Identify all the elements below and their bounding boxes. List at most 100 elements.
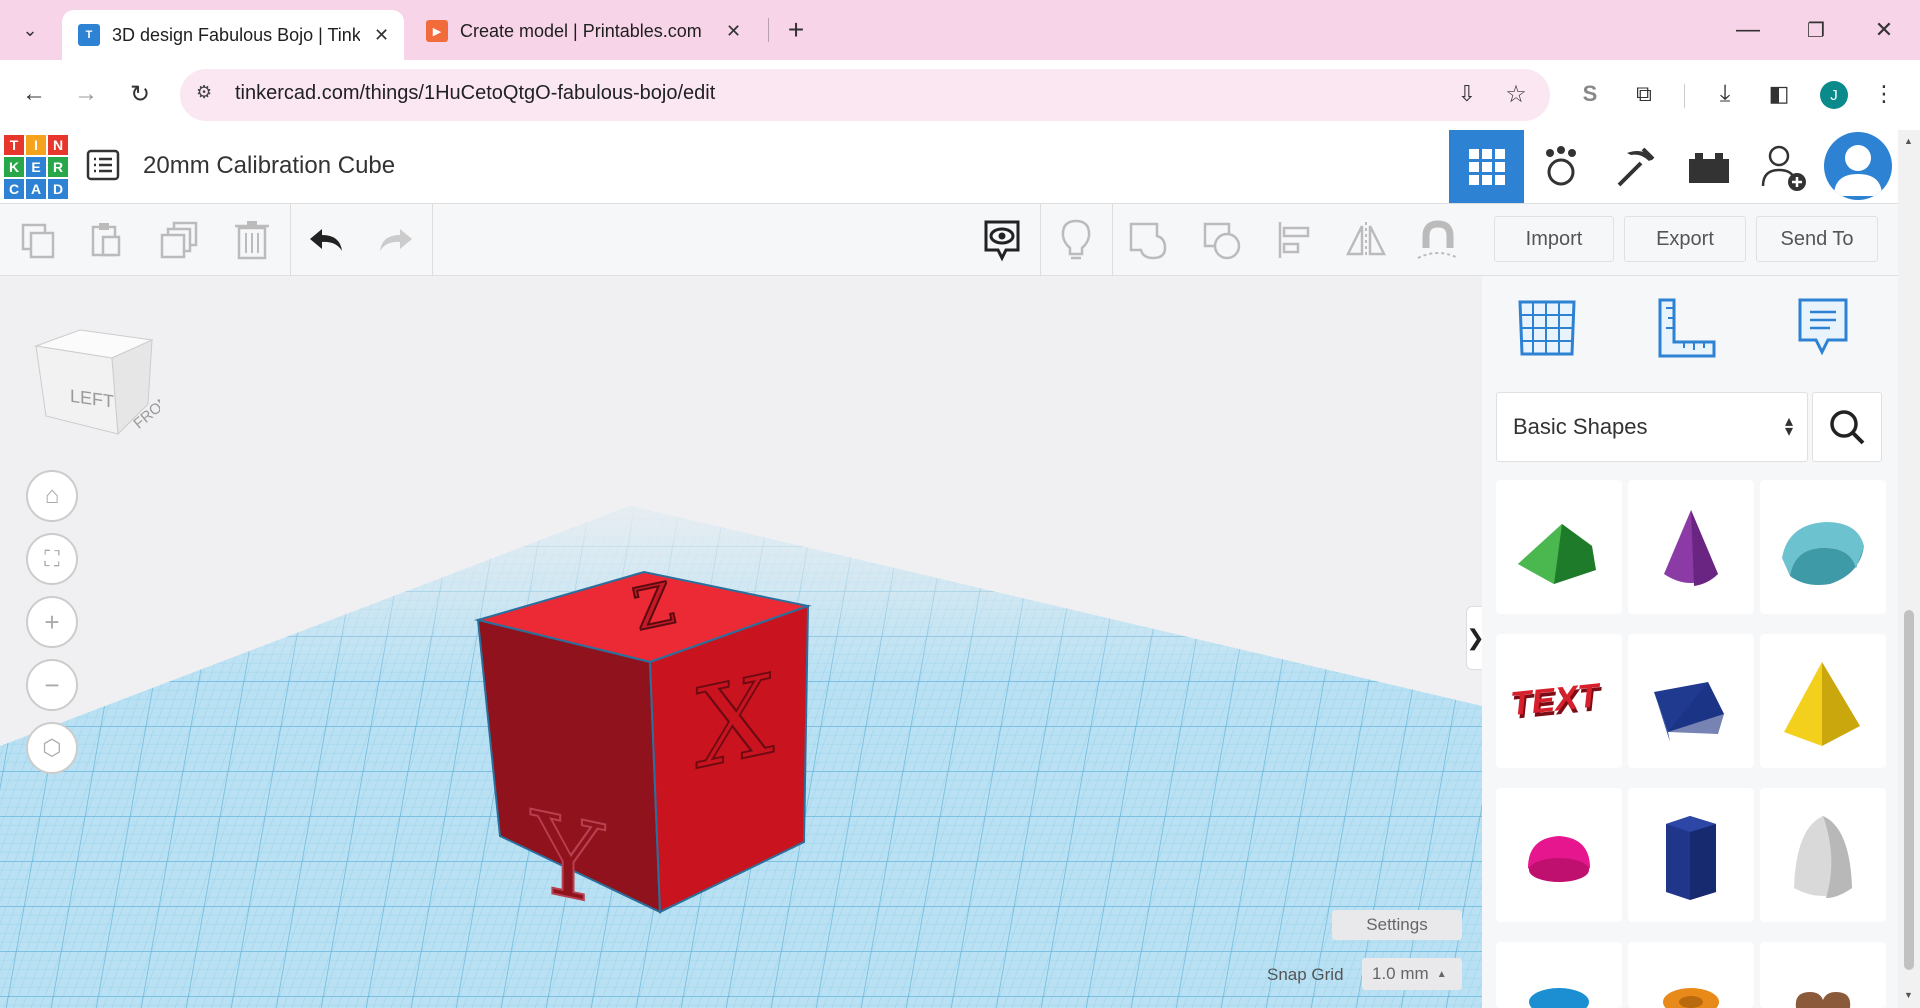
shape-wedge-box[interactable] (1628, 634, 1754, 768)
minimize-icon[interactable]: — (1728, 10, 1768, 50)
align-button[interactable] (1266, 212, 1322, 268)
delete-button[interactable] (224, 212, 280, 268)
close-tab-icon[interactable]: ✕ (726, 21, 741, 42)
invite-collaborator-button[interactable] (1746, 130, 1820, 203)
shape-half-sphere[interactable] (1496, 788, 1622, 922)
home-view-button[interactable]: ⌂ (26, 470, 78, 522)
export-button[interactable]: Export (1624, 216, 1746, 262)
url-text[interactable]: tinkercad.com/things/1HuCetoQtgO-fabulou… (235, 82, 715, 105)
minecraft-button[interactable] (1598, 130, 1672, 203)
magnet-icon (1417, 220, 1459, 259)
scroll-down-icon[interactable]: ▼ (1904, 990, 1913, 1000)
shape-tube[interactable] (1628, 942, 1754, 1008)
zoom-out-button[interactable]: − (26, 659, 78, 711)
extension-s-icon[interactable]: S (1570, 74, 1610, 114)
codeblocks-button[interactable] (1524, 130, 1598, 203)
download-icon[interactable]: ⤓ (1705, 74, 1745, 114)
box-shape-icon (1654, 682, 1724, 742)
torus-shape-icon (1529, 988, 1589, 1008)
grid-view-icon (1468, 148, 1505, 185)
3d-workplane[interactable]: Z Y X LEFT FRONT ⌂ ⛶ + − ⬡ Settings Snap… (0, 276, 1482, 1008)
notes-button[interactable] (1048, 212, 1104, 268)
side-panel-icon[interactable]: ◧ (1759, 74, 1799, 114)
restore-icon[interactable]: ❐ (1796, 10, 1836, 50)
close-window-icon[interactable]: ✕ (1864, 10, 1904, 50)
profile-avatar[interactable]: J (1820, 81, 1848, 109)
undo-button[interactable] (298, 212, 354, 268)
view-cube[interactable]: LEFT FRONT (30, 316, 160, 446)
new-tab-button[interactable]: + (776, 10, 816, 50)
workplane-canvas[interactable]: Z Y X (0, 276, 1482, 1008)
select-updown-icon: ▴ ▾ (1784, 413, 1793, 440)
shape-torus[interactable] (1496, 942, 1622, 1008)
snap-grid-select[interactable]: 1.0 mm ▲ (1362, 958, 1462, 990)
printables-favicon-icon: ▶ (426, 20, 448, 42)
install-app-icon[interactable]: ⇩ (1447, 74, 1487, 114)
minus-icon: − (44, 669, 60, 700)
shape-roof[interactable] (1496, 480, 1622, 614)
tab-tinkercad[interactable]: T 3D design Fabulous Bojo | Tinkercad ✕ (62, 10, 404, 60)
close-tab-icon[interactable]: ✕ (374, 25, 389, 46)
bricks-button[interactable] (1672, 130, 1746, 203)
zoom-in-button[interactable]: + (26, 596, 78, 648)
page-scrollbar[interactable]: ▲ ▼ (1898, 130, 1920, 1008)
ruler-tool-button[interactable] (1656, 296, 1718, 360)
redo-button[interactable] (368, 212, 424, 268)
settings-button[interactable]: Settings (1332, 910, 1462, 940)
toolbar-divider (1112, 204, 1113, 276)
browser-menu-icon[interactable]: ⋮ (1864, 74, 1904, 114)
toolbar-divider (290, 204, 291, 276)
notes-tool-button[interactable] (1796, 296, 1850, 360)
design-list-icon[interactable] (86, 148, 120, 182)
fit-all-icon: ⛶ (44, 546, 60, 571)
copy-button[interactable] (10, 212, 66, 268)
shape-category-value: Basic Shapes (1513, 414, 1648, 439)
scrollbar-thumb[interactable] (1904, 610, 1914, 970)
import-button[interactable]: Import (1494, 216, 1614, 262)
bookmark-star-icon[interactable]: ☆ (1496, 74, 1536, 114)
cruise-button[interactable] (1410, 212, 1466, 268)
shape-paraboloid[interactable] (1760, 788, 1886, 922)
reload-icon[interactable]: ↻ (120, 74, 160, 114)
paste-icon (91, 223, 121, 257)
tab-search-chevron-icon[interactable]: ⌄ (10, 10, 50, 50)
logo-letter: T (3, 134, 25, 156)
heart-shape-icon (1795, 992, 1851, 1008)
perspective-button[interactable]: ⬡ (26, 722, 78, 774)
3d-design-view-button[interactable] (1449, 130, 1524, 203)
shape-category-select[interactable]: Basic Shapes ▴ ▾ (1496, 392, 1808, 462)
pyramid-shape-icon (1784, 662, 1860, 746)
fit-view-button[interactable]: ⛶ (26, 533, 78, 585)
design-title[interactable]: 20mm Calibration Cube (143, 152, 395, 180)
shape-round-roof[interactable] (1760, 480, 1886, 614)
ungroup-button[interactable] (1194, 212, 1250, 268)
shape-cone[interactable] (1628, 480, 1754, 614)
shape-polygon[interactable] (1628, 788, 1754, 922)
tab-printables[interactable]: ▶ Create model | Printables.com ✕ (410, 10, 762, 52)
forward-icon[interactable]: → (66, 74, 106, 114)
roof-shape-icon (1518, 524, 1596, 584)
duplicate-button[interactable] (152, 212, 208, 268)
shape-pyramid[interactable] (1760, 634, 1886, 768)
user-avatar-icon (1834, 145, 1882, 196)
polygon-shape-icon (1666, 816, 1716, 900)
extensions-puzzle-icon[interactable]: ⧉ (1624, 74, 1664, 114)
tinkercad-logo[interactable]: T I N K E R C A D (3, 134, 69, 200)
group-button[interactable] (1120, 212, 1176, 268)
scroll-up-icon[interactable]: ▲ (1904, 136, 1913, 146)
half-sphere-shape-icon (1528, 836, 1590, 882)
send-to-button[interactable]: Send To (1756, 216, 1878, 262)
shape-heart[interactable] (1760, 942, 1886, 1008)
workplane-tool-button[interactable] (1516, 296, 1578, 360)
site-info-icon[interactable]: ⚙ (196, 82, 212, 103)
paste-button[interactable] (78, 212, 134, 268)
mirror-button[interactable] (1338, 212, 1394, 268)
shape-text[interactable]: TEXT TEXT (1496, 634, 1622, 768)
shape-search-button[interactable] (1812, 392, 1882, 462)
show-all-button[interactable] (974, 212, 1030, 268)
back-icon[interactable]: ← (14, 74, 54, 114)
duplicate-icon (160, 221, 198, 259)
collapse-panel-button[interactable]: ❯ (1466, 606, 1482, 670)
user-avatar[interactable] (1824, 132, 1892, 200)
mirror-icon (1345, 222, 1387, 258)
